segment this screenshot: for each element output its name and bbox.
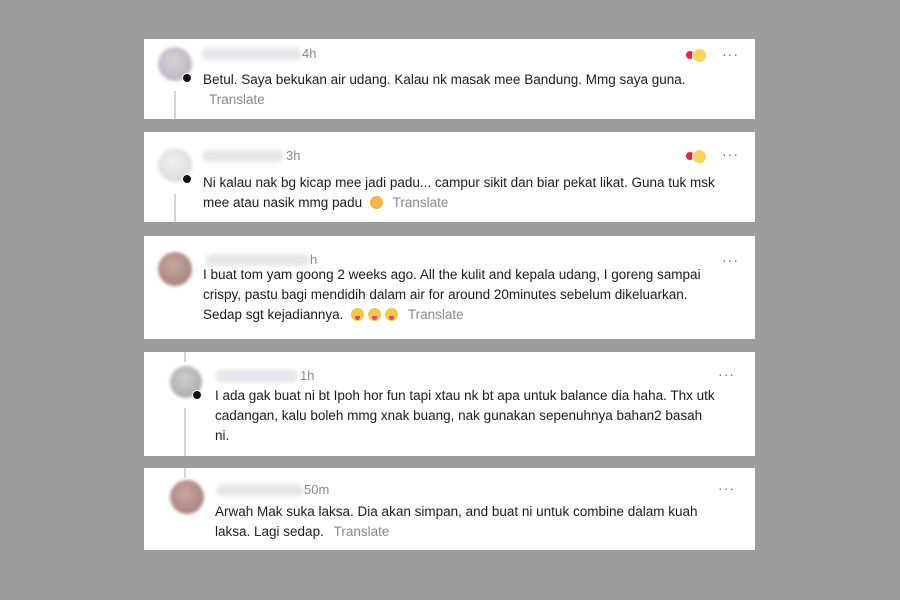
comment-card: h ··· I buat tom yam goong 2 weeks ago. …	[144, 236, 755, 339]
more-options-icon[interactable]: ···	[722, 253, 739, 267]
online-badge-icon	[192, 390, 202, 400]
comment-text: Betul. Saya bekukan air udang. Kalau nk …	[203, 70, 703, 110]
online-badge-icon	[182, 73, 192, 83]
comment-card: 4h ··· Betul. Saya bekukan air udang. Ka…	[144, 39, 755, 119]
translate-link[interactable]: Translate	[209, 92, 265, 107]
tongue-face-emoji	[385, 308, 399, 321]
translate-link[interactable]: Translate	[408, 307, 464, 322]
tongue-face-emoji	[368, 308, 382, 321]
more-options-icon[interactable]: ···	[722, 47, 739, 61]
author-name[interactable]	[202, 150, 284, 162]
hugging-face-emoji	[369, 196, 383, 209]
comment-card: 1h ··· I ada gak buat ni bt Ipoh hor fun…	[144, 352, 755, 456]
thread-line	[174, 194, 176, 222]
reaction-icon[interactable]	[686, 48, 708, 63]
author-name[interactable]	[202, 48, 302, 60]
thread-line	[174, 91, 176, 119]
comment-time[interactable]: 3h	[286, 148, 300, 163]
tongue-face-emoji	[351, 308, 365, 321]
comment-body: I ada gak buat ni bt Ipoh hor fun tapi x…	[215, 388, 715, 443]
online-badge-icon	[182, 174, 192, 184]
more-options-icon[interactable]: ···	[718, 481, 735, 495]
translate-link[interactable]: Translate	[334, 524, 390, 539]
more-options-icon[interactable]: ···	[718, 367, 735, 381]
comment-time[interactable]: 50m	[304, 482, 329, 497]
comment-text: I ada gak buat ni bt Ipoh hor fun tapi x…	[215, 386, 715, 446]
thread-line	[184, 352, 186, 362]
comment-text: Ni kalau nak bg kicap mee jadi padu... c…	[203, 173, 723, 213]
avatar[interactable]	[158, 252, 192, 286]
author-name[interactable]	[216, 370, 298, 382]
reaction-icon[interactable]	[686, 149, 708, 164]
comment-time[interactable]: 4h	[302, 46, 316, 61]
comment-card: 3h ··· Ni kalau nak bg kicap mee jadi pa…	[144, 132, 755, 222]
comment-card: 50m ··· Arwah Mak suka laksa. Dia akan s…	[144, 468, 755, 550]
comment-text: I buat tom yam goong 2 weeks ago. All th…	[203, 265, 723, 325]
comment-body: Betul. Saya bekukan air udang. Kalau nk …	[203, 72, 686, 87]
translate-link[interactable]: Translate	[393, 195, 449, 210]
thread-line	[184, 468, 186, 478]
comment-text: Arwah Mak suka laksa. Dia akan simpan, a…	[215, 502, 715, 542]
thread-line	[184, 408, 186, 456]
author-name[interactable]	[216, 484, 304, 496]
more-options-icon[interactable]: ···	[722, 147, 739, 161]
avatar[interactable]	[170, 480, 204, 514]
comment-time[interactable]: 1h	[300, 368, 314, 383]
comment-body: Ni kalau nak bg kicap mee jadi padu... c…	[203, 175, 715, 210]
comment-body: Arwah Mak suka laksa. Dia akan simpan, a…	[215, 504, 698, 539]
